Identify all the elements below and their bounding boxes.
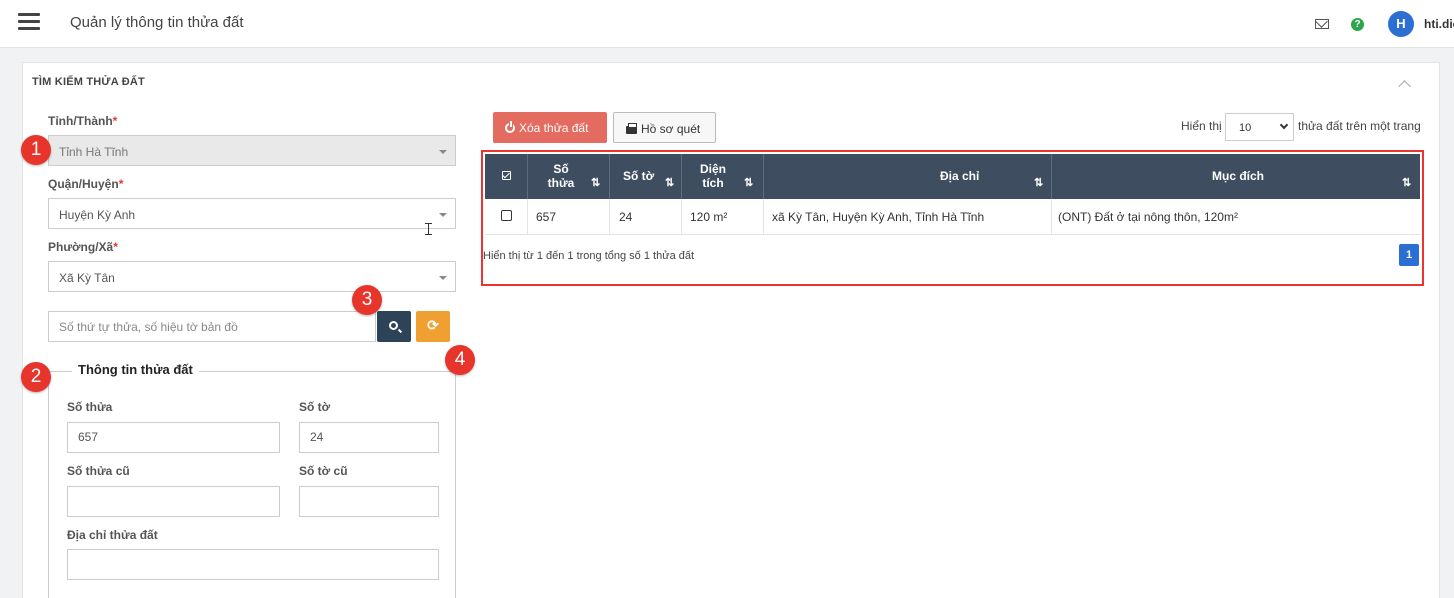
ward-value: Xã Kỳ Tân — [59, 271, 115, 285]
address-label: Địa chỉ thửa đất — [67, 528, 158, 542]
page-size-select[interactable]: 10 — [1225, 113, 1294, 141]
annotation-badge-1: 1 — [21, 135, 51, 165]
help-icon[interactable]: ? — [1351, 17, 1364, 31]
refresh-icon: ⟳ — [427, 317, 439, 333]
delete-parcel-button[interactable]: Xóa thửa đất — [493, 112, 607, 143]
top-bar: Quản lý thông tin thửa đất ? H hti.diep — [0, 0, 1454, 48]
print-icon — [626, 123, 637, 134]
mail-icon[interactable] — [1315, 19, 1329, 29]
refresh-button[interactable]: ⟳ — [416, 311, 450, 342]
avatar[interactable]: H — [1388, 11, 1414, 37]
search-input[interactable] — [48, 311, 376, 342]
old-parcel-no-label: Số thửa cũ — [67, 464, 130, 478]
sheet-no-field[interactable]: 24 — [299, 422, 439, 453]
delete-label: Xóa thửa đất — [519, 121, 589, 135]
user-area: ? H hti.diep — [1315, 10, 1454, 38]
show-label: Hiển thị — [1181, 119, 1222, 133]
parcel-no-field[interactable]: 657 — [67, 422, 280, 453]
search-button[interactable] — [377, 311, 411, 342]
search-icon — [389, 321, 398, 330]
text-cursor-icon — [425, 223, 432, 235]
district-select[interactable]: Huyện Kỳ Anh — [48, 198, 456, 229]
ward-select[interactable]: Xã Kỳ Tân — [48, 261, 456, 292]
province-label: Tỉnh/Thành* — [48, 114, 118, 128]
district-value: Huyện Kỳ Anh — [59, 208, 136, 222]
scan-label: Hồ sơ quét — [641, 122, 701, 136]
ward-label: Phường/Xã* — [48, 240, 118, 254]
power-icon — [505, 121, 515, 133]
per-page-label: thửa đất trên một trang — [1298, 119, 1421, 133]
old-sheet-no-field[interactable] — [299, 486, 439, 517]
annotation-badge-2: 2 — [21, 362, 51, 392]
username[interactable]: hti.diep — [1424, 17, 1454, 31]
scanned-records-button[interactable]: Hồ sơ quét — [613, 112, 716, 143]
old-parcel-no-field[interactable] — [67, 486, 280, 517]
district-label: Quận/Huyện* — [48, 177, 124, 191]
address-field[interactable] — [67, 549, 439, 580]
menu-icon[interactable] — [18, 13, 40, 31]
caret-down-icon — [439, 276, 447, 280]
province-select[interactable]: Tỉnh Hà Tĩnh — [48, 135, 456, 166]
province-value: Tỉnh Hà Tĩnh — [59, 145, 129, 159]
chevron-down-icon — [1279, 120, 1289, 130]
panel-title: TÌM KIẾM THỬA ĐẤT — [32, 76, 145, 88]
caret-down-icon — [439, 213, 447, 217]
caret-down-icon — [439, 150, 447, 154]
page-size-value: 10 — [1239, 122, 1252, 134]
table-highlight-frame — [481, 150, 1424, 286]
parcel-info-title: Thông tin thửa đất — [72, 362, 199, 377]
app-title: Quản lý thông tin thửa đất — [70, 14, 244, 31]
sheet-no-label: Số tờ — [299, 400, 331, 414]
parcel-no-label: Số thửa — [67, 400, 113, 414]
annotation-badge-4: 4 — [445, 345, 475, 375]
annotation-badge-3: 3 — [352, 285, 382, 315]
old-sheet-no-label: Số tờ cũ — [299, 464, 348, 478]
